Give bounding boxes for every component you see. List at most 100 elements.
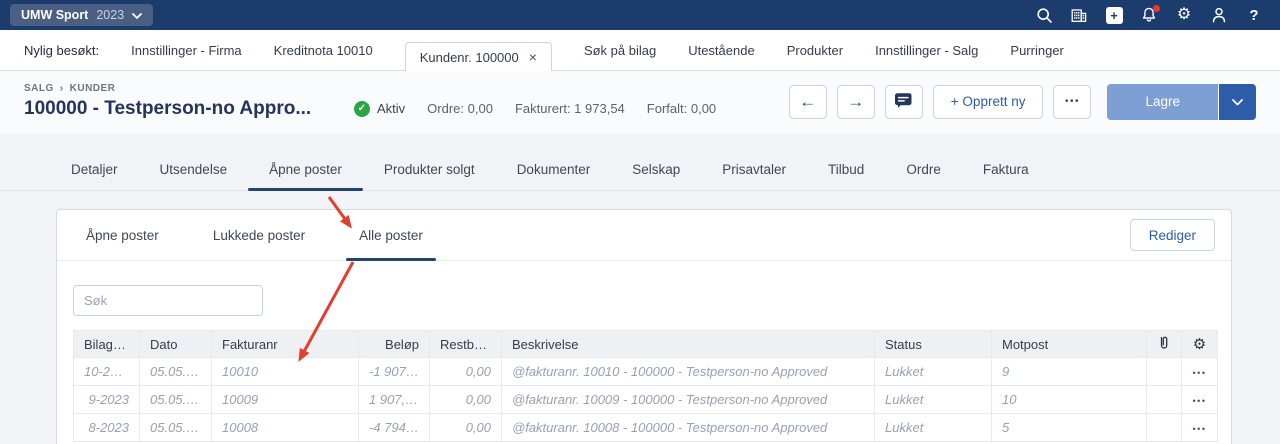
- tab-detaljer[interactable]: Detaljer: [50, 150, 139, 190]
- breadcrumb-page[interactable]: KUNDER: [70, 83, 116, 94]
- cell-beskrivelse: @fakturanr. 10009 - 100000 - Testperson-…: [502, 386, 875, 414]
- col-belop[interactable]: Beløp: [359, 331, 430, 358]
- recent-item-label: Kundenr. 100000: [420, 50, 519, 65]
- cell-attachment: [1147, 414, 1182, 442]
- cell-dato: 05.05.2023: [140, 386, 212, 414]
- save-dropdown-button[interactable]: [1219, 84, 1256, 120]
- recent-item-sok-pa-bilag[interactable]: Søk på bilag: [584, 43, 656, 58]
- tab-tilbud[interactable]: Tilbud: [807, 150, 885, 190]
- col-fakturanr[interactable]: Fakturanr: [212, 331, 359, 358]
- company-selector[interactable]: UMW Sport 2023: [10, 4, 153, 26]
- tab-produkter-solgt[interactable]: Produkter solgt: [363, 150, 496, 190]
- comment-icon: [894, 92, 913, 112]
- recent-item-kundenr-active[interactable]: Kundenr. 100000 ×: [405, 42, 552, 71]
- recently-visited-bar: Nylig besøkt: Innstillinger - Firma Kred…: [0, 30, 1280, 71]
- company-year: 2023: [96, 8, 124, 22]
- table-row[interactable]: 8-2023 05.05.2023 10008 -4 794,00 0,00 @…: [74, 414, 1218, 442]
- chevron-down-icon: [1232, 93, 1243, 111]
- paperclip-icon: [1158, 338, 1170, 353]
- user-profile-icon[interactable]: [1209, 5, 1229, 25]
- row-actions-button[interactable]: •••: [1193, 424, 1207, 434]
- topbar-icons: + ⚙ ?: [1034, 5, 1264, 25]
- help-icon[interactable]: ?: [1244, 5, 1264, 25]
- notification-badge: [1153, 5, 1160, 12]
- col-settings[interactable]: ⚙: [1182, 331, 1218, 358]
- customer-status-group: ✓ Aktiv Ordre: 0,00 Fakturert: 1 973,54 …: [354, 101, 716, 117]
- recent-item-purringer[interactable]: Purringer: [1010, 43, 1063, 58]
- tab-selskap[interactable]: Selskap: [611, 150, 701, 190]
- company-register-icon[interactable]: [1069, 5, 1089, 25]
- cell-motpost: 10: [992, 386, 1147, 414]
- recent-item-innstillinger-firma[interactable]: Innstillinger - Firma: [131, 43, 242, 58]
- close-icon[interactable]: ×: [529, 50, 537, 64]
- subtab-apne-poster[interactable]: Åpne poster: [73, 210, 172, 260]
- cell-fakturanr: 10008: [212, 414, 359, 442]
- breadcrumb-section[interactable]: SALG: [24, 83, 54, 94]
- recent-item-utestaende[interactable]: Utestående: [688, 43, 755, 58]
- forward-button[interactable]: →: [837, 85, 875, 119]
- table-row[interactable]: 10-2023 05.05.2023 10010 -1 907,63 0,00 …: [74, 358, 1218, 386]
- tab-dokumenter[interactable]: Dokumenter: [496, 150, 612, 190]
- row-actions-button[interactable]: •••: [1193, 368, 1207, 378]
- cell-bilagsnr: 9-2023: [74, 386, 140, 414]
- cell-bilagsnr: 8-2023: [74, 414, 140, 442]
- recent-item-kreditnota[interactable]: Kreditnota 10010: [274, 43, 373, 58]
- cell-actions: •••: [1182, 386, 1218, 414]
- col-motpost[interactable]: Motpost: [992, 331, 1147, 358]
- customer-tabs: Detaljer Utsendelse Åpne poster Produkte…: [0, 150, 1280, 191]
- plus-glyph: +: [1110, 9, 1118, 22]
- cell-restbelop: 0,00: [430, 414, 502, 442]
- check-icon: ✓: [354, 101, 370, 117]
- back-button[interactable]: ←: [789, 85, 827, 119]
- search-row: [73, 261, 1215, 330]
- cell-status: Lukket: [875, 358, 992, 386]
- col-restbelop[interactable]: Restbeløp: [430, 331, 502, 358]
- search-input[interactable]: [74, 286, 263, 315]
- tab-faktura[interactable]: Faktura: [962, 150, 1050, 190]
- breadcrumb-separator: ›: [60, 83, 64, 94]
- cell-restbelop: 0,00: [430, 358, 502, 386]
- more-actions-button[interactable]: •••: [1053, 85, 1091, 119]
- col-dato[interactable]: Dato: [140, 331, 212, 358]
- tab-prisavtaler[interactable]: Prisavtaler: [701, 150, 807, 190]
- title-block: SALG › KUNDER 100000 - Testperson-no App…: [24, 83, 324, 120]
- cell-motpost: 9: [992, 358, 1147, 386]
- cell-beskrivelse: @fakturanr. 10010 - 100000 - Testperson-…: [502, 358, 875, 386]
- subtab-lukkede-poster[interactable]: Lukkede poster: [200, 210, 318, 260]
- comments-button[interactable]: [885, 85, 923, 119]
- status-badge: ✓ Aktiv: [354, 101, 405, 117]
- cell-status: Lukket: [875, 414, 992, 442]
- status-label: Aktiv: [377, 101, 405, 116]
- cell-attachment: [1147, 358, 1182, 386]
- search-icon[interactable]: [1034, 5, 1054, 25]
- forward-arrow-icon: →: [847, 93, 864, 110]
- tab-ordre[interactable]: Ordre: [885, 150, 962, 190]
- col-beskrivelse[interactable]: Beskrivelse: [502, 331, 875, 358]
- page-title: 100000 - Testperson-no Appro...: [24, 98, 324, 120]
- settings-gear-icon[interactable]: ⚙: [1174, 5, 1194, 25]
- cell-attachment: [1147, 386, 1182, 414]
- metric-ordre: Ordre: 0,00: [427, 101, 493, 116]
- col-attachment: [1147, 331, 1182, 358]
- col-bilagsnr[interactable]: Bilagsnr: [74, 331, 140, 358]
- save-button[interactable]: Lagre: [1107, 84, 1218, 120]
- cell-belop: -4 794,00: [359, 414, 430, 442]
- notifications-bell-icon[interactable]: [1139, 5, 1159, 25]
- col-status[interactable]: Status: [875, 331, 992, 358]
- header-actions: ← → + Opprett ny ••• Lagre: [789, 84, 1256, 120]
- cell-status: Lukket: [875, 386, 992, 414]
- recent-item-innstillinger-salg[interactable]: Innstillinger - Salg: [875, 43, 978, 58]
- row-actions-button[interactable]: •••: [1193, 396, 1207, 406]
- edit-button[interactable]: Rediger: [1130, 219, 1215, 251]
- create-new-button[interactable]: + Opprett ny: [933, 85, 1044, 119]
- subtab-alle-poster[interactable]: Alle poster: [346, 210, 436, 260]
- tab-utsendelse[interactable]: Utsendelse: [139, 150, 249, 190]
- add-new-icon[interactable]: +: [1104, 5, 1124, 25]
- recent-item-produkter[interactable]: Produkter: [787, 43, 843, 58]
- table-settings-gear-icon[interactable]: ⚙: [1193, 336, 1206, 353]
- tab-apne-poster[interactable]: Åpne poster: [248, 150, 363, 190]
- table-row[interactable]: 9-2023 05.05.2023 10009 1 907,63 0,00 @f…: [74, 386, 1218, 414]
- cell-belop: -1 907,63: [359, 358, 430, 386]
- cell-dato: 05.05.2023: [140, 414, 212, 442]
- chevron-down-icon: [132, 8, 142, 22]
